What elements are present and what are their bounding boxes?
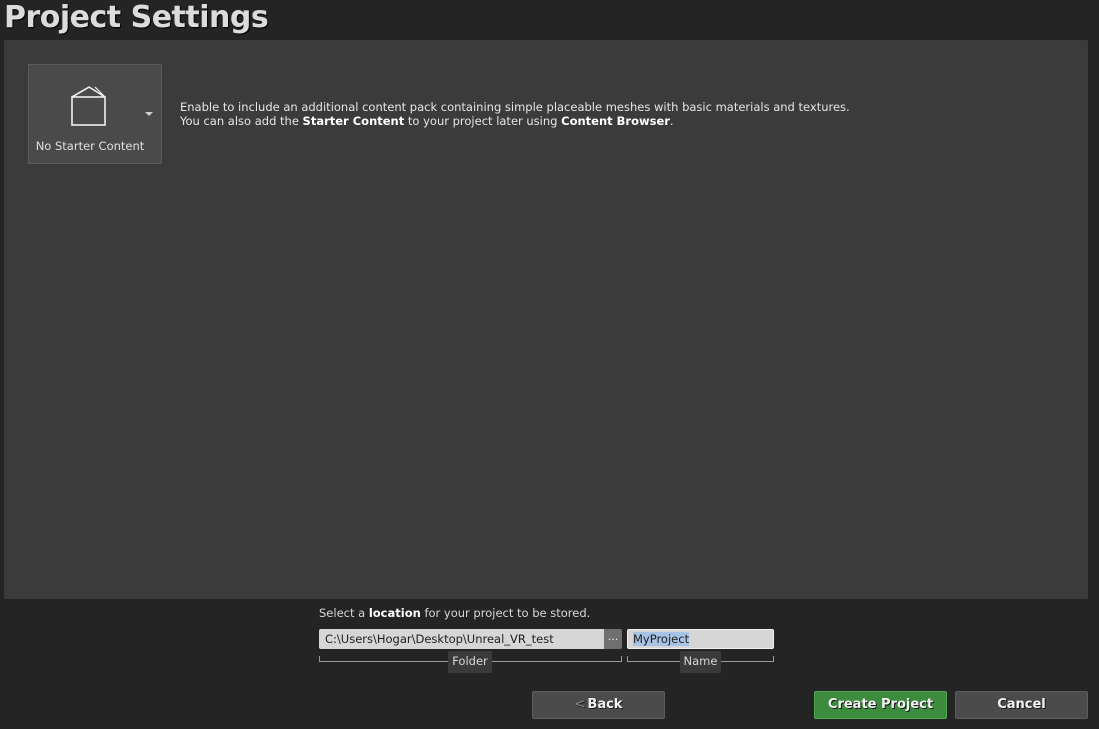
- page-title: Project Settings: [4, 0, 269, 35]
- project-settings-page: Project Settings No Starter Content Enab…: [0, 0, 1099, 729]
- description-text: .: [669, 114, 674, 128]
- cancel-button[interactable]: Cancel: [955, 691, 1088, 719]
- description-text: You can also add the: [180, 114, 303, 128]
- hint-text: Select a: [319, 606, 369, 620]
- chevron-left-icon: <: [574, 697, 586, 712]
- project-name-value: MyProject: [633, 632, 690, 646]
- back-label: Back: [587, 697, 623, 712]
- project-name-input[interactable]: MyProject: [627, 629, 774, 649]
- location-hint: Select a location for your project to be…: [319, 606, 590, 620]
- content-browser-term: Content Browser: [561, 114, 670, 128]
- chevron-down-icon: [145, 112, 153, 116]
- hint-text: for your project to be stored.: [420, 606, 591, 620]
- hint-bold: location: [368, 606, 421, 620]
- starter-content-label: No Starter Content: [35, 139, 145, 153]
- settings-panel: No Starter Content Enable to include an …: [4, 40, 1088, 599]
- browse-folder-button[interactable]: ...: [604, 629, 622, 649]
- cube-outline-icon: [71, 86, 106, 126]
- starter-content-description: Enable to include an additional content …: [180, 100, 850, 128]
- starter-content-dropdown[interactable]: No Starter Content: [28, 64, 162, 164]
- starter-content-term: Starter Content: [302, 114, 405, 128]
- description-text: to your project later using: [404, 114, 562, 128]
- folder-caption: Folder: [448, 651, 492, 673]
- create-project-button[interactable]: Create Project: [814, 691, 947, 719]
- description-line-2: You can also add the Starter Content to …: [180, 114, 850, 128]
- name-caption: Name: [680, 651, 721, 673]
- description-line-1: Enable to include an additional content …: [180, 100, 850, 114]
- folder-path-input[interactable]: C:\Users\Hogar\Desktop\Unreal_VR_test: [319, 629, 621, 649]
- back-button[interactable]: < Back: [532, 691, 665, 719]
